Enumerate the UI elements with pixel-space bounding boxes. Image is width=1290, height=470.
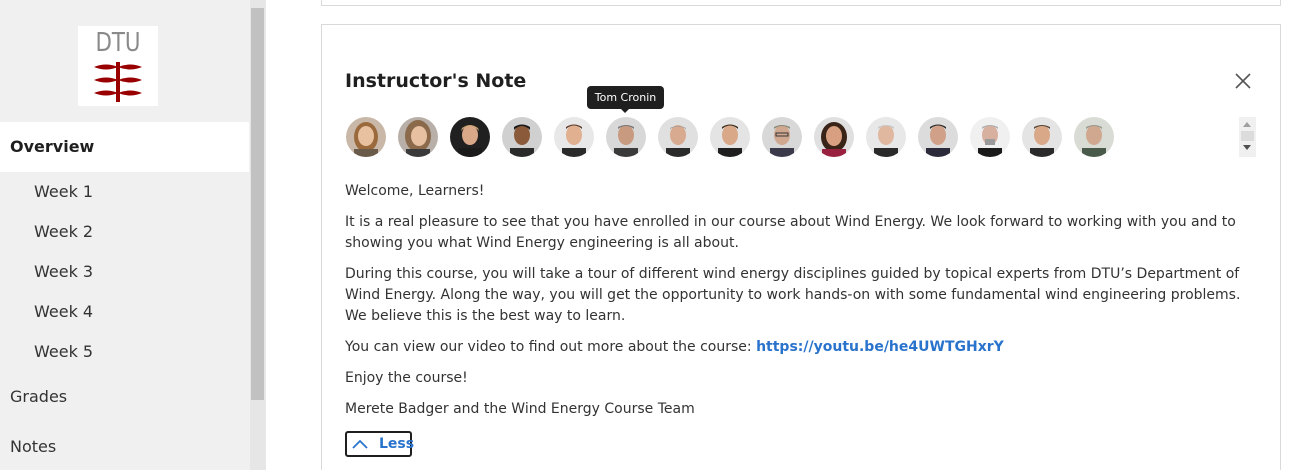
nav-week-5[interactable]: Week 5	[34, 342, 93, 361]
sidebar: DTU Overview Week 1 Week 2 Week 3 Week 4…	[0, 0, 266, 470]
chevron-up-icon	[352, 439, 368, 449]
instructor-tooltip: Tom Cronin	[587, 86, 664, 109]
instructor-avatar[interactable]	[554, 117, 594, 157]
instructor-avatar[interactable]	[1074, 117, 1114, 157]
note-title: Instructor's Note	[345, 70, 527, 92]
instructor-avatar[interactable]	[814, 117, 854, 157]
note-video-line: You can view our video to find out more …	[345, 337, 1263, 358]
instructor-avatar[interactable]	[970, 117, 1010, 157]
close-icon	[1235, 73, 1251, 89]
avatar-scrollbar[interactable]	[1239, 117, 1256, 157]
instructor-avatar[interactable]	[1022, 117, 1062, 157]
note-enjoy: Enjoy the course!	[345, 370, 468, 386]
tooltip-arrow	[620, 108, 630, 113]
less-button[interactable]: Less	[345, 431, 415, 457]
arrow-down-icon[interactable]	[1243, 145, 1251, 150]
nav-overview[interactable]: Overview	[0, 122, 249, 172]
video-link[interactable]: https://youtu.be/he4UWTGHxrY	[756, 339, 1004, 355]
nav-notes[interactable]: Notes	[10, 437, 56, 456]
instructor-avatar[interactable]	[658, 117, 698, 157]
note-video-prefix: You can view our video to find out more …	[345, 339, 757, 355]
nav-week-1[interactable]: Week 1	[34, 182, 93, 201]
nav-grades[interactable]: Grades	[10, 387, 67, 406]
instructor-avatar[interactable]	[866, 117, 906, 157]
instructor-avatar[interactable]	[918, 117, 958, 157]
instructor-avatar-tom-cronin[interactable]	[606, 117, 646, 157]
instructor-avatar[interactable]	[398, 117, 438, 157]
less-button-label: Less	[379, 436, 415, 452]
nav-week-3[interactable]: Week 3	[34, 262, 93, 281]
instructor-avatar[interactable]	[710, 117, 750, 157]
logo-mark-icon	[94, 62, 142, 102]
arrow-up-icon[interactable]	[1243, 122, 1251, 127]
note-signature: Merete Badger and the Wind Energy Course…	[345, 401, 695, 417]
close-button[interactable]	[1232, 70, 1254, 92]
note-greeting: Welcome, Learners!	[345, 183, 485, 199]
nav-week-2[interactable]: Week 2	[34, 222, 93, 241]
dtu-logo: DTU	[78, 26, 158, 106]
sidebar-scrollbar-thumb[interactable]	[251, 8, 264, 400]
logo-text: DTU	[95, 28, 141, 58]
instructor-avatar[interactable]	[450, 117, 490, 157]
instructor-avatar[interactable]	[502, 117, 542, 157]
previous-card	[321, 0, 1281, 6]
avatar-scrollbar-thumb[interactable]	[1241, 131, 1254, 141]
instructor-avatar[interactable]	[346, 117, 386, 157]
nav-overview-label: Overview	[10, 137, 95, 156]
note-paragraph-1: It is a real pleasure to see that you ha…	[345, 214, 1236, 251]
nav-week-4[interactable]: Week 4	[34, 302, 93, 321]
note-paragraph-2: During this course, you will take a tour…	[345, 266, 1241, 324]
instructor-avatar[interactable]	[762, 117, 802, 157]
